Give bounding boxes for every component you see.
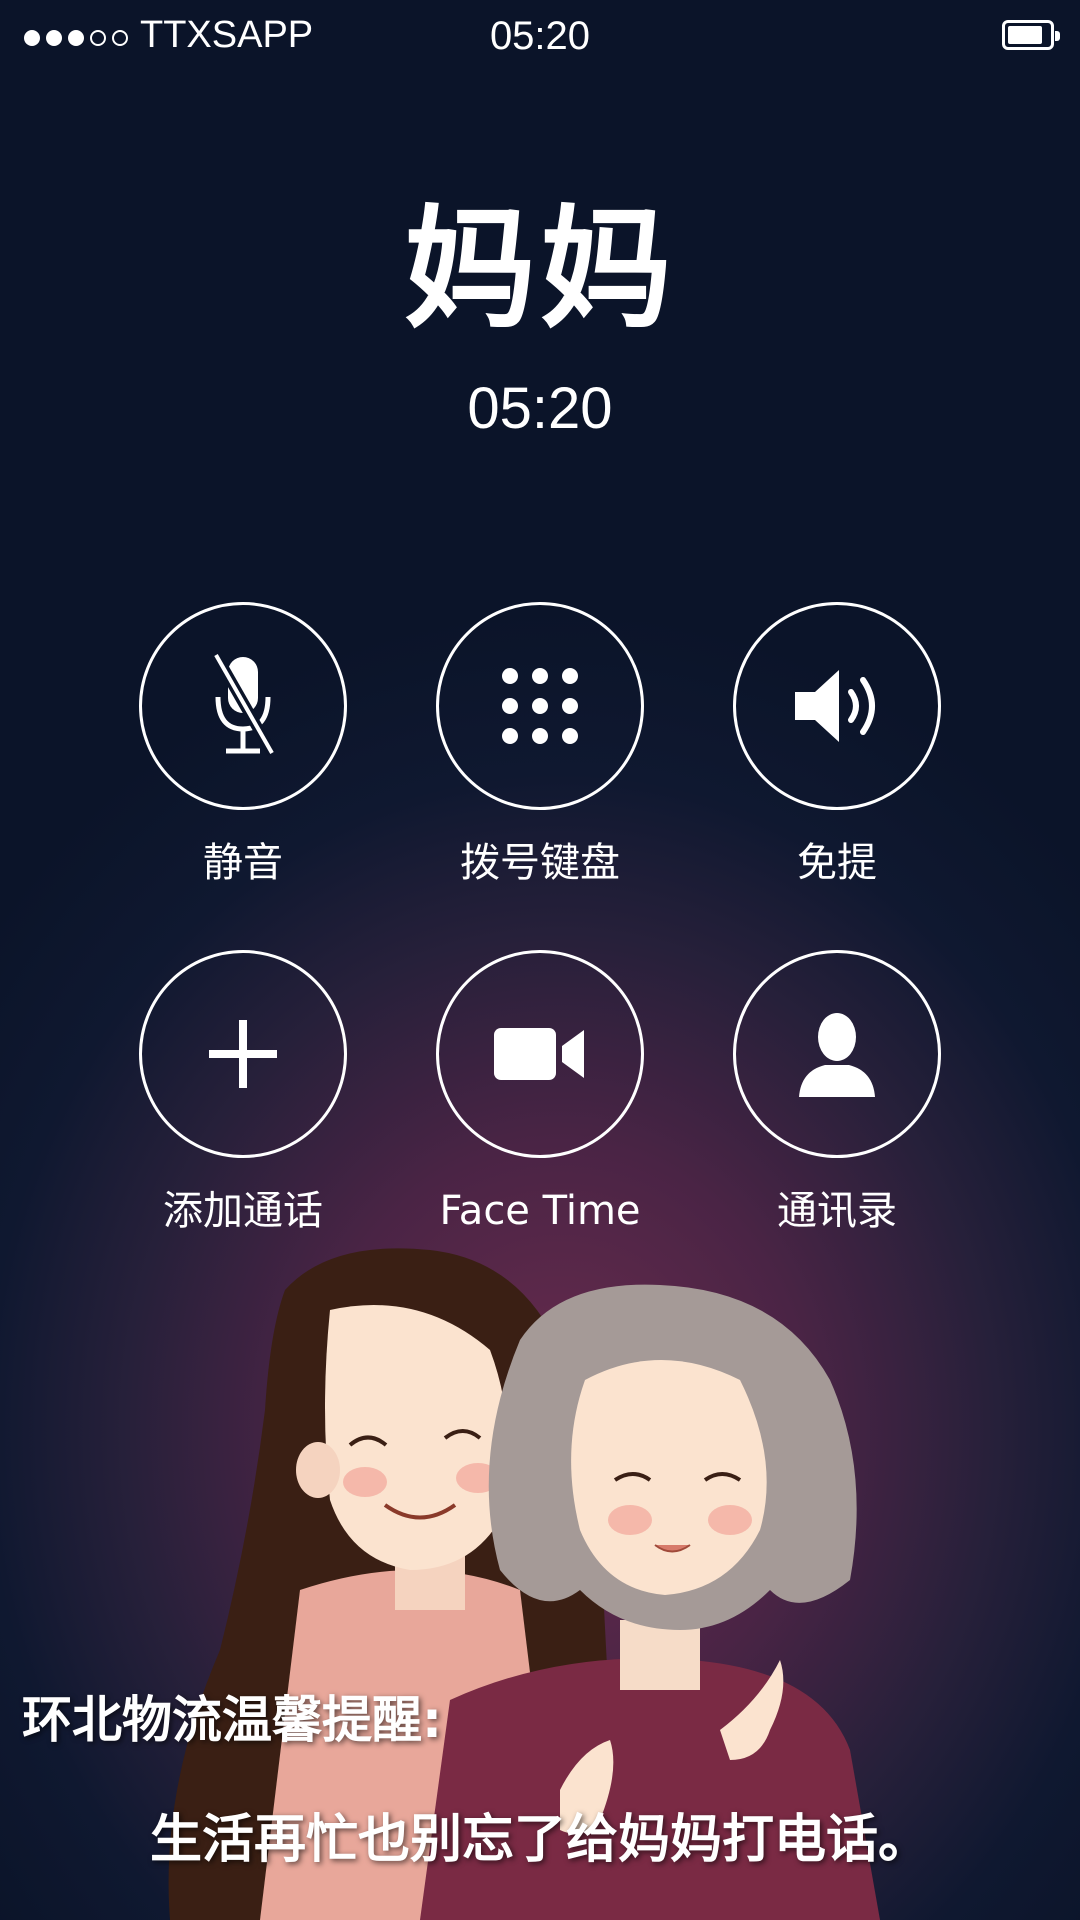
- contact-person-icon: [799, 1013, 875, 1097]
- reminder-title: 环北物流温馨提醒:: [22, 1691, 442, 1749]
- mute-button-circle[interactable]: [139, 602, 347, 810]
- speaker-label: 免提: [797, 840, 877, 886]
- speaker-button-circle[interactable]: [733, 602, 941, 810]
- add-call-button[interactable]: 添加通话: [133, 950, 353, 1236]
- video-camera-icon: [494, 1028, 584, 1080]
- mute-button[interactable]: 静音: [133, 602, 353, 888]
- speaker-icon: [795, 670, 875, 742]
- facetime-label: Face Time: [439, 1188, 641, 1234]
- battery-level: [1008, 26, 1042, 44]
- reminder-body: 生活再忙也别忘了给妈妈打电话。: [149, 1810, 930, 1870]
- keypad-label: 拨号键盘: [460, 840, 620, 886]
- status-clock: 05:20: [489, 14, 591, 58]
- call-screen: TTXSAPP 05:20 妈妈 05:20 静音 拨号键盘 免提 添加通话 F…: [0, 0, 1080, 1920]
- facetime-button[interactable]: Face Time: [430, 950, 650, 1236]
- add-call-button-circle[interactable]: [139, 950, 347, 1158]
- call-duration: 05:20: [467, 376, 613, 441]
- keypad-button[interactable]: 拨号键盘: [430, 602, 650, 888]
- contacts-button-circle[interactable]: [733, 950, 941, 1158]
- status-bar: TTXSAPP 05:20: [0, 0, 1080, 80]
- caller-name: 妈妈: [404, 193, 676, 347]
- add-call-label: 添加通话: [163, 1188, 323, 1234]
- keypad-icon: [502, 668, 578, 744]
- plus-icon: [209, 1020, 277, 1088]
- microphone-muted-icon: [211, 652, 277, 756]
- facetime-button-circle[interactable]: [436, 950, 644, 1158]
- mute-label: 静音: [203, 840, 283, 886]
- contacts-button[interactable]: 通讯录: [727, 950, 947, 1236]
- speaker-button[interactable]: 免提: [727, 602, 947, 888]
- battery-icon: [1002, 20, 1060, 50]
- keypad-button-circle[interactable]: [436, 602, 644, 810]
- contacts-label: 通讯录: [777, 1188, 897, 1234]
